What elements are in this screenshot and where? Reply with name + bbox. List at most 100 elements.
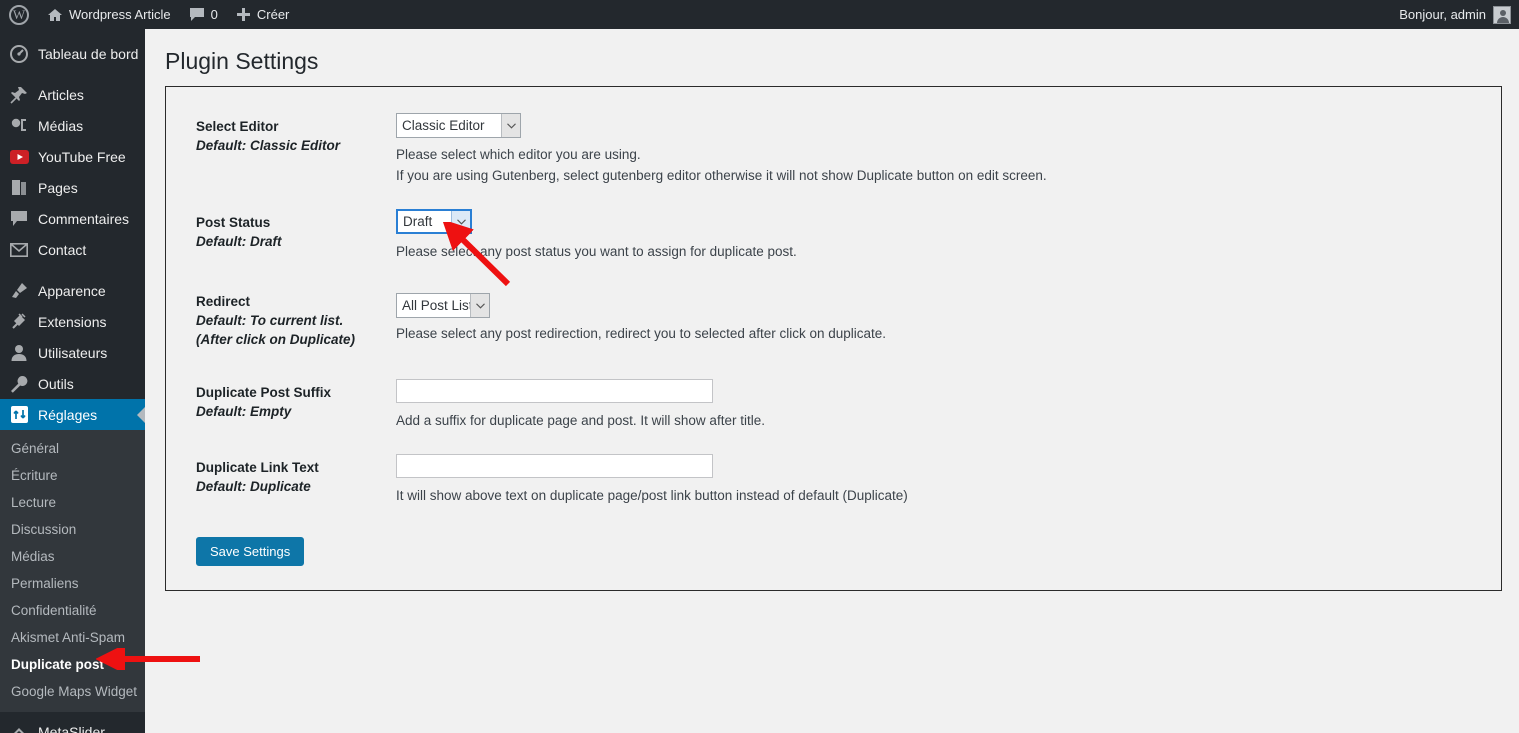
greeting-label: Bonjour, admin xyxy=(1399,7,1486,22)
site-name-menu[interactable]: Wordpress Article xyxy=(38,0,180,29)
post-status-dropdown[interactable]: Draft xyxy=(396,209,472,234)
wordpress-logo-icon: W xyxy=(9,4,29,25)
user-icon xyxy=(9,343,29,363)
select-editor-desc-line-2: If you are using Gutenberg, select guten… xyxy=(396,168,1047,183)
select-editor-dropdown[interactable]: Classic Editor xyxy=(396,113,521,138)
duplicate-link-text-input[interactable] xyxy=(396,454,713,478)
post-status-default: Default: Draft xyxy=(196,234,282,249)
select-editor-field-block: Classic Editor Please select which edito… xyxy=(396,113,1047,186)
sidebar-item-label: MetaSlider xyxy=(38,723,105,733)
submenu-item-discussion[interactable]: Discussion xyxy=(0,516,145,543)
youtube-icon xyxy=(9,147,29,167)
redirect-field-block: All Post List Please select any post red… xyxy=(396,293,886,344)
settings-sliders-icon xyxy=(9,405,29,425)
sidebar-item-reglages[interactable]: Réglages xyxy=(0,399,145,430)
pin-icon xyxy=(9,85,29,105)
user-avatar-icon xyxy=(1493,5,1511,24)
submenu-item-ecriture[interactable]: Écriture xyxy=(0,462,145,489)
page-title: Plugin Settings xyxy=(165,48,319,74)
sidebar-item-label: Médias xyxy=(38,117,84,134)
paintbrush-icon xyxy=(9,281,29,301)
post-status-label: Post Status xyxy=(196,215,271,230)
suffix-label-block: Duplicate Post Suffix Default: Empty xyxy=(196,383,396,421)
account-menu[interactable]: Bonjour, admin xyxy=(1399,5,1519,24)
sidebar-item-label: Pages xyxy=(38,179,78,196)
duplicate-post-suffix-label: Duplicate Post Suffix xyxy=(196,385,332,400)
media-icon xyxy=(9,116,29,136)
sidebar-item-commentaires[interactable]: Commentaires xyxy=(0,203,145,234)
sidebar-item-label: YouTube Free xyxy=(38,148,126,165)
redirect-default: Default: To current list. xyxy=(196,313,344,328)
admin-sidebar-menu: Tableau de bord Articles Médias YouTube … xyxy=(0,29,145,733)
plus-icon xyxy=(236,7,251,22)
redirect-default-note: (After click on Duplicate) xyxy=(196,332,356,347)
sidebar-item-metaslider[interactable]: MetaSlider xyxy=(0,716,145,733)
menu-separator xyxy=(0,265,145,275)
plugin-settings-panel: Select Editor Default: Classic Editor Cl… xyxy=(165,86,1502,591)
comment-bubble-icon xyxy=(189,7,205,22)
sidebar-item-youtube-free[interactable]: YouTube Free xyxy=(0,141,145,172)
select-editor-label-block: Select Editor Default: Classic Editor xyxy=(196,117,396,155)
new-content-label: Créer xyxy=(256,7,290,22)
submenu-item-duplicate-post[interactable]: Duplicate post xyxy=(0,651,145,678)
main-content-area: Plugin Settings Select Editor Default: C… xyxy=(145,29,1519,733)
select-editor-default: Default: Classic Editor xyxy=(196,138,341,153)
menu-separator xyxy=(0,69,145,79)
new-content-menu[interactable]: Créer xyxy=(227,0,299,29)
submenu-item-medias[interactable]: Médias xyxy=(0,543,145,570)
wp-logo-menu[interactable]: W xyxy=(0,0,38,29)
plug-icon xyxy=(9,312,29,332)
sidebar-item-label: Extensions xyxy=(38,313,107,330)
duplicate-link-text-default: Default: Duplicate xyxy=(196,479,311,494)
duplicate-post-suffix-desc: Add a suffix for duplicate page and post… xyxy=(396,413,765,428)
redirect-desc: Please select any post redirection, redi… xyxy=(396,326,887,341)
sidebar-item-outils[interactable]: Outils xyxy=(0,368,145,399)
dashboard-gauge-icon xyxy=(9,44,29,64)
sidebar-item-contact[interactable]: Contact xyxy=(0,234,145,265)
submenu-item-akismet-anti-spam[interactable]: Akismet Anti-Spam xyxy=(0,624,145,651)
sidebar-item-label: Articles xyxy=(38,86,84,103)
sidebar-item-articles[interactable]: Articles xyxy=(0,79,145,110)
duplicate-post-suffix-input[interactable] xyxy=(396,379,713,403)
sidebar-item-medias[interactable]: Médias xyxy=(0,110,145,141)
sidebar-item-pages[interactable]: Pages xyxy=(0,172,145,203)
sidebar-item-tableau-de-bord[interactable]: Tableau de bord xyxy=(0,38,145,69)
save-settings-button[interactable]: Save Settings xyxy=(196,537,305,566)
post-status-field-block: Draft Please select any post status you … xyxy=(396,209,797,262)
sidebar-item-apparence[interactable]: Apparence xyxy=(0,275,145,306)
redirect-label-block: Redirect Default: To current list. (Afte… xyxy=(196,292,396,349)
comment-bubble-icon xyxy=(9,209,29,229)
submenu-item-general[interactable]: Général xyxy=(0,435,145,462)
sidebar-item-extensions[interactable]: Extensions xyxy=(0,306,145,337)
comments-count: 0 xyxy=(210,7,218,22)
select-editor-wrap: Classic Editor xyxy=(396,113,521,138)
submenu-item-google-maps-widget[interactable]: Google Maps Widget xyxy=(0,678,145,705)
envelope-icon xyxy=(9,240,29,260)
sidebar-item-label: Tableau de bord xyxy=(38,45,139,62)
comments-menu[interactable]: 0 xyxy=(180,0,227,29)
submenu-item-confidentialite[interactable]: Confidentialité xyxy=(0,597,145,624)
post-status-desc: Please select any post status you want t… xyxy=(396,244,797,259)
redirect-label: Redirect xyxy=(196,294,251,309)
sidebar-item-label: Outils xyxy=(38,375,74,392)
current-menu-arrow-icon xyxy=(137,406,145,423)
home-icon xyxy=(47,7,63,23)
sidebar-item-label: Réglages xyxy=(38,406,98,423)
post-status-wrap: Draft xyxy=(396,209,472,234)
redirect-wrap: All Post List xyxy=(396,293,490,318)
sidebar-item-label: Apparence xyxy=(38,282,106,299)
sidebar-item-utilisateurs[interactable]: Utilisateurs xyxy=(0,337,145,368)
reglages-submenu: Général Écriture Lecture Discussion Médi… xyxy=(0,430,145,712)
redirect-dropdown[interactable]: All Post List xyxy=(396,293,490,318)
pages-icon xyxy=(9,178,29,198)
sidebar-item-label: Contact xyxy=(38,241,87,258)
select-editor-label: Select Editor xyxy=(196,119,279,134)
duplicate-link-text-desc: It will show above text on duplicate pag… xyxy=(396,488,908,503)
wrench-icon xyxy=(9,374,29,394)
submenu-item-permaliens[interactable]: Permaliens xyxy=(0,570,145,597)
duplicate-link-text-label: Duplicate Link Text xyxy=(196,460,319,475)
metaslider-chevron-icon xyxy=(9,722,29,733)
duplicate-post-suffix-default: Default: Empty xyxy=(196,404,292,419)
site-name-label: Wordpress Article xyxy=(69,7,171,22)
submenu-item-lecture[interactable]: Lecture xyxy=(0,489,145,516)
